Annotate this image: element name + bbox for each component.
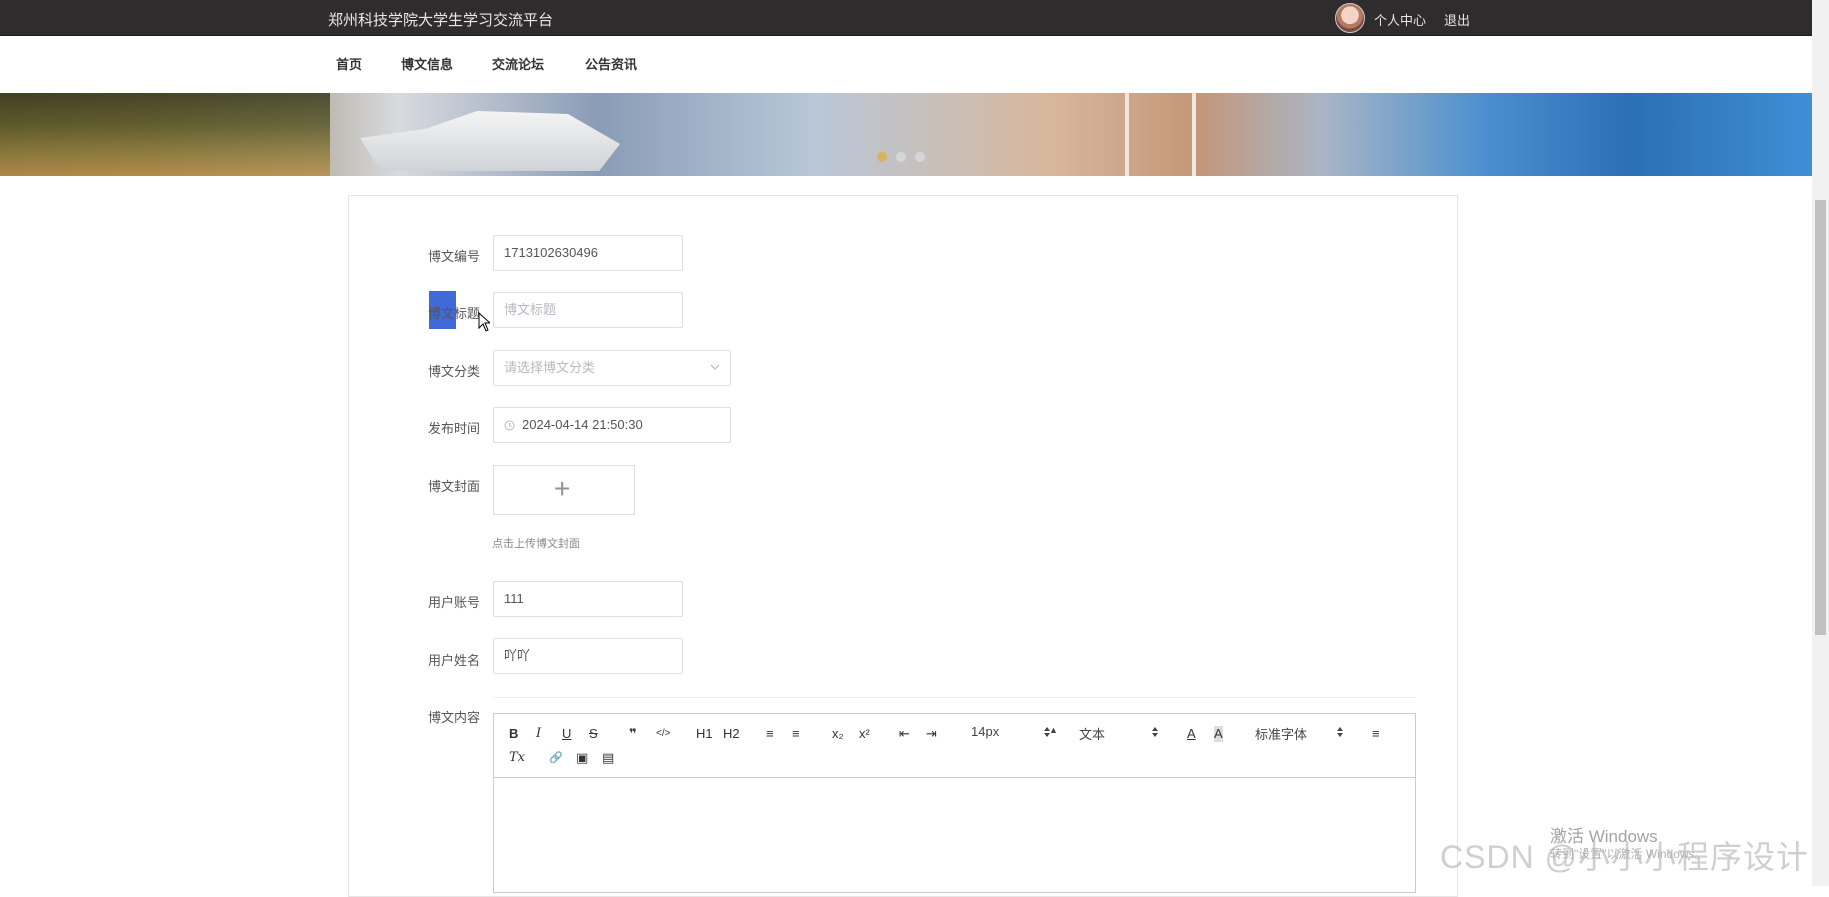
editor-top-border — [493, 697, 1416, 714]
cover-label: 博文封面 — [428, 479, 481, 494]
link-icon[interactable]: 🔗 — [549, 750, 563, 766]
font-family-value: 标准字体 — [1255, 727, 1308, 742]
publish-time-value: 2024-04-14 21:50:30 — [522, 417, 643, 432]
font-color-icon[interactable]: A — [1187, 726, 1196, 742]
blog-id-input[interactable]: 1713102630496 — [493, 235, 683, 271]
banner-mast — [1192, 93, 1196, 176]
avatar[interactable] — [1335, 3, 1365, 33]
logout-link[interactable]: 退出 — [1444, 10, 1470, 29]
subscript-button[interactable]: x₂ — [832, 726, 844, 742]
site-title: 郑州科技学院大学生学习交流平台 — [328, 12, 554, 29]
video-icon[interactable]: ▤ — [602, 750, 614, 766]
ordered-list-icon[interactable]: ≡ — [766, 726, 774, 742]
chevron-down-icon — [710, 364, 720, 370]
banner-palm-image — [0, 93, 330, 176]
plus-icon: + — [554, 473, 571, 504]
carousel-dot[interactable] — [896, 152, 906, 162]
nav-forum[interactable]: 交流论坛 — [492, 54, 544, 73]
mouse-cursor-icon — [478, 312, 490, 332]
page-scrollbar[interactable] — [1812, 0, 1829, 886]
nav-home[interactable]: 首页 — [336, 54, 362, 73]
select-arrows-icon — [1337, 727, 1343, 737]
superscript-button[interactable]: x² — [859, 726, 870, 742]
category-placeholder: 请选择博文分类 — [504, 360, 596, 375]
background-color-icon[interactable]: A — [1214, 726, 1223, 742]
cover-upload-button[interactable]: + — [493, 465, 635, 515]
publish-time-label: 发布时间 — [428, 421, 481, 436]
bold-button[interactable]: B — [509, 726, 518, 742]
carousel-dot[interactable] — [915, 152, 925, 162]
text-style-value: 文本 — [1079, 727, 1106, 742]
heading2-button[interactable]: H2 — [723, 726, 740, 742]
clock-icon — [504, 420, 515, 431]
category-label: 博文分类 — [428, 364, 481, 379]
font-size-value: 14px — [971, 724, 1000, 739]
category-select[interactable]: 请选择博文分类 — [493, 350, 731, 386]
blog-id-label: 博文编号 — [428, 249, 481, 264]
code-icon[interactable]: </> — [656, 726, 670, 742]
name-input[interactable]: 吖吖 — [493, 638, 683, 674]
select-arrows-icon — [1152, 727, 1158, 737]
banner-mast — [1125, 93, 1129, 176]
italic-button[interactable]: I — [536, 726, 541, 742]
select-arrows-icon — [1044, 727, 1050, 737]
windows-activation-watermark: 激活 Windows — [1550, 827, 1658, 846]
underline-button[interactable]: U — [562, 726, 571, 742]
scrollbar-thumb[interactable] — [1815, 200, 1826, 635]
account-label: 用户账号 — [428, 595, 481, 610]
top-bar: 郑州科技学院大学生学习交流平台 个人中心 退出 — [0, 0, 1812, 36]
cover-upload-hint: 点击上传博文封面 — [492, 538, 580, 550]
user-center-link[interactable]: 个人中心 — [1374, 10, 1426, 29]
rich-text-editor[interactable]: B I U S ❞ </> H1 H2 ≡ ≡ x₂ x² ⇤ ⇥ 14px ▲… — [493, 713, 1416, 893]
account-input[interactable]: 111 — [493, 581, 683, 617]
nav-blog-info[interactable]: 博文信息 — [401, 54, 453, 73]
indent-icon[interactable]: ⇥ — [926, 726, 937, 742]
nav-announcements[interactable]: 公告资讯 — [585, 54, 637, 73]
carousel-dot[interactable] — [877, 152, 887, 162]
editor-toolbar: B I U S ❞ </> H1 H2 ≡ ≡ x₂ x² ⇤ ⇥ 14px ▲… — [494, 714, 1415, 778]
banner-yacht-image — [360, 111, 620, 171]
outdent-icon[interactable]: ⇤ — [899, 726, 910, 742]
bullet-list-icon[interactable]: ≡ — [792, 726, 800, 742]
publish-time-picker[interactable]: 2024-04-14 21:50:30 — [493, 407, 731, 443]
name-label: 用户姓名 — [428, 653, 481, 668]
quote-icon[interactable]: ❞ — [629, 726, 637, 742]
align-icon[interactable]: ≡ — [1372, 726, 1380, 742]
image-icon[interactable]: ▣ — [576, 750, 588, 766]
content-label: 博文内容 — [428, 710, 481, 725]
title-label: 博文标题 — [428, 306, 481, 321]
title-input[interactable]: 博文标题 — [493, 292, 683, 328]
main-nav: 首页 博文信息 交流论坛 公告资讯 — [0, 36, 1812, 93]
heading1-button[interactable]: H1 — [696, 726, 713, 742]
windows-activation-hint: 转到"设置"以激活 Windows。 — [1550, 847, 1707, 861]
strike-button[interactable]: S — [589, 726, 598, 742]
carousel-indicators — [877, 149, 934, 167]
clean-format-icon[interactable]: Tx — [509, 750, 525, 766]
